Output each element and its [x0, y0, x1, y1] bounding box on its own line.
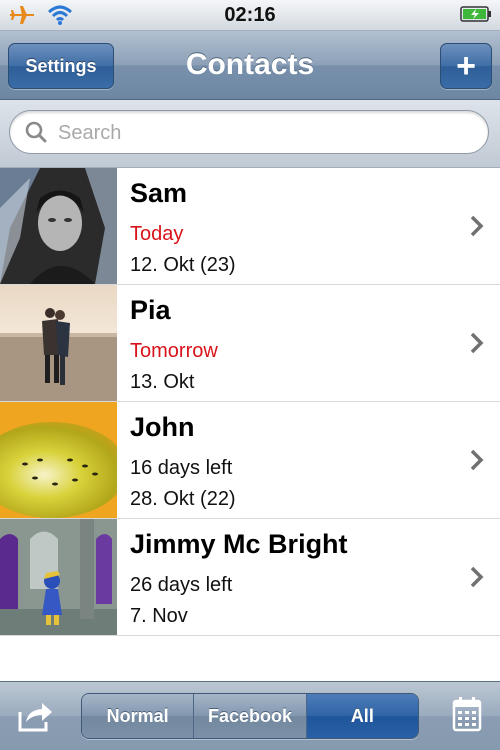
contact-row-john[interactable]: John 16 days left 28. Okt (22) [0, 402, 500, 519]
search-field[interactable] [9, 110, 489, 154]
contact-name: Jimmy Mc Bright [130, 529, 348, 559]
segment-all[interactable]: All [306, 694, 418, 738]
contact-row-pia[interactable]: Pia Tomorrow 13. Okt [0, 285, 500, 402]
search-bar [0, 100, 500, 168]
bottom-toolbar: Normal Facebook All [0, 681, 500, 750]
contact-photo-john [0, 402, 117, 518]
navigation-bar: Settings Contacts + [0, 31, 500, 100]
birthday-date: 13. Okt [130, 371, 195, 393]
add-icon: + [456, 46, 476, 85]
status-bar: 02:16 [0, 0, 500, 31]
birthday-status: 26 days left [130, 574, 233, 596]
search-icon [25, 121, 47, 143]
birthday-status: Today [130, 223, 184, 245]
contact-name: Pia [130, 295, 171, 325]
page-title: Contacts [185, 48, 315, 81]
birthday-status: 16 days left [130, 457, 233, 479]
share-icon[interactable] [16, 698, 56, 734]
contact-name: Sam [130, 178, 188, 208]
birthday-status: Tomorrow [130, 340, 218, 362]
birthday-date: 7. Nov [130, 605, 188, 627]
contact-photo-pia [0, 285, 117, 401]
calendar-icon[interactable] [452, 696, 482, 732]
chevron-right-icon [470, 215, 484, 237]
filter-segmented-control: Normal Facebook All [81, 693, 419, 739]
search-input[interactable] [56, 117, 480, 149]
contact-photo-jimmy-mc-bright [0, 519, 117, 635]
birthday-date: 12. Okt (23) [130, 254, 236, 276]
segment-normal[interactable]: Normal [82, 694, 195, 738]
chevron-right-icon [470, 566, 484, 588]
add-contact-button[interactable]: + [440, 43, 492, 89]
status-time: 02:16 [224, 4, 276, 26]
contact-row-sam[interactable]: Sam Today 12. Okt (23) [0, 168, 500, 285]
chevron-right-icon [470, 449, 484, 471]
battery-charging-icon [460, 6, 491, 22]
birthday-date: 28. Okt (22) [130, 488, 236, 510]
contact-name: John [130, 412, 195, 442]
chevron-right-icon [470, 332, 484, 354]
segment-facebook[interactable]: Facebook [194, 694, 307, 738]
contact-row-jimmy-mc-bright[interactable]: Jimmy Mc Bright 26 days left 7. Nov [0, 519, 500, 636]
contact-photo-sam [0, 168, 117, 284]
contact-list: Sam Today 12. Okt (23) Pia Tomorrow 13. … [0, 168, 500, 636]
